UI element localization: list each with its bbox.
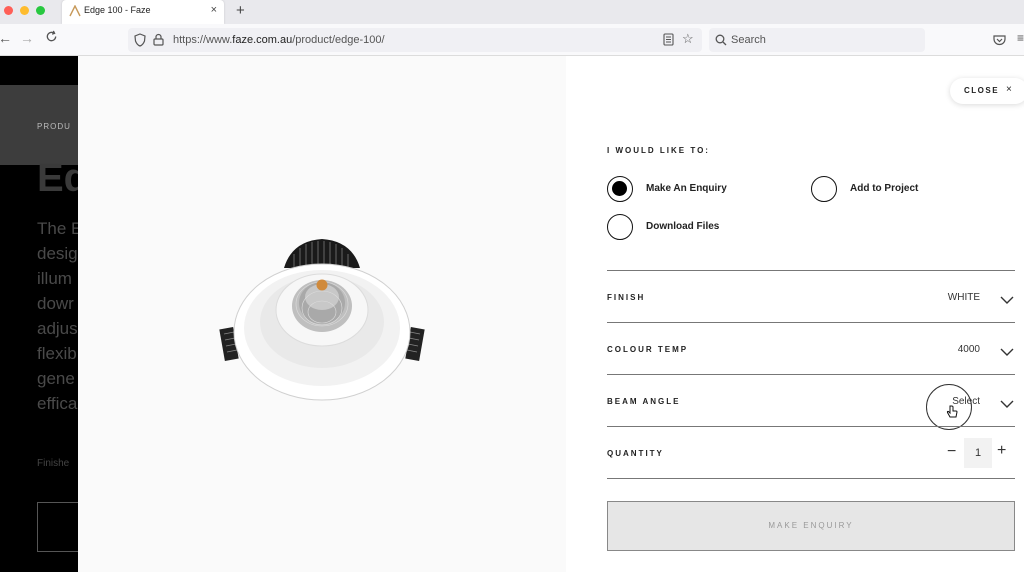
chevron-down-icon[interactable] [1000, 344, 1014, 362]
lock-icon[interactable] [153, 33, 164, 51]
close-window-button[interactable] [4, 6, 13, 15]
radio-make-enquiry[interactable] [607, 176, 633, 202]
quantity-stepper[interactable]: 1 [964, 438, 992, 468]
radio-download-files[interactable] [607, 214, 633, 240]
reload-icon[interactable] [45, 30, 58, 46]
led-chip-icon [316, 279, 328, 291]
background-description: The E desig illum dowr adjus flexib gene… [37, 219, 83, 413]
divider [607, 322, 1015, 323]
close-label: CLOSE [964, 86, 1000, 95]
option-label: Make An Enquiry [646, 183, 727, 194]
minimize-window-button[interactable] [20, 6, 29, 15]
tab-close-icon[interactable]: × [211, 4, 217, 16]
quantity-label: QUANTITY [607, 449, 664, 458]
enquiry-form-panel: CLOSE × I WOULD LIKE TO: Make An Enquiry… [566, 56, 1024, 572]
shield-icon[interactable] [134, 33, 146, 52]
downlight-product-image [219, 239, 425, 401]
divider [607, 374, 1015, 375]
divider [607, 478, 1015, 479]
reader-view-icon[interactable] [663, 33, 674, 51]
close-button[interactable]: CLOSE × [950, 78, 1024, 104]
url-text: https://www.faze.com.au/product/edge-100… [173, 34, 385, 46]
forward-arrow-icon[interactable]: → [20, 30, 34, 46]
beam-angle-label: BEAM ANGLE [607, 397, 681, 406]
maximize-window-button[interactable] [36, 6, 45, 15]
close-icon: × [1006, 84, 1012, 95]
product-image-panel [78, 56, 566, 572]
background-breadcrumb: PRODU [37, 122, 71, 131]
search-icon [715, 33, 727, 51]
quantity-decrease-button[interactable]: − [947, 443, 956, 461]
colour-temp-value: 4000 [957, 344, 980, 355]
faze-logo-icon [69, 4, 81, 22]
radio-add-to-project[interactable] [811, 176, 837, 202]
divider [607, 270, 1015, 271]
chevron-down-icon[interactable] [1000, 292, 1014, 310]
make-enquiry-button[interactable]: MAKE ENQUIRY [607, 501, 1015, 551]
chevron-down-icon[interactable] [1000, 396, 1014, 414]
form-heading: I WOULD LIKE TO: [607, 146, 710, 155]
tab-title: Edge 100 - Faze [84, 5, 151, 15]
bookmark-star-icon[interactable]: ☆ [682, 31, 694, 47]
back-arrow-icon[interactable]: ← [0, 30, 12, 46]
search-input[interactable]: Search [731, 34, 766, 46]
browser-nav-bar: ← → https://www.faze.com.au/product/edge… [0, 24, 1024, 56]
quantity-value[interactable]: 1 [964, 447, 992, 459]
background-finish-label: Finishe [37, 458, 70, 469]
search-bar[interactable]: Search [709, 28, 925, 52]
finish-label: FINISH [607, 293, 646, 302]
browser-tab-bar: Edge 100 - Faze × + [0, 0, 1024, 24]
menu-icon[interactable]: ≡ [1017, 31, 1024, 45]
quantity-increase-button[interactable]: + [997, 442, 1006, 460]
finish-value: WHITE [947, 292, 980, 303]
option-label: Add to Project [850, 183, 919, 194]
colour-temp-label: COLOUR TEMP [607, 345, 689, 354]
hand-cursor-icon [946, 405, 958, 424]
make-enquiry-label: MAKE ENQUIRY [768, 521, 854, 530]
option-label: Download Files [646, 221, 720, 232]
url-bar[interactable]: https://www.faze.com.au/product/edge-100… [128, 28, 702, 52]
new-tab-button[interactable]: + [236, 2, 245, 19]
pocket-icon[interactable] [993, 33, 1006, 51]
browser-tab[interactable]: Edge 100 - Faze × [62, 0, 224, 24]
page-content: PRODU Ed The E desig illum dowr adjus fl… [0, 56, 1024, 572]
divider [607, 426, 1015, 427]
